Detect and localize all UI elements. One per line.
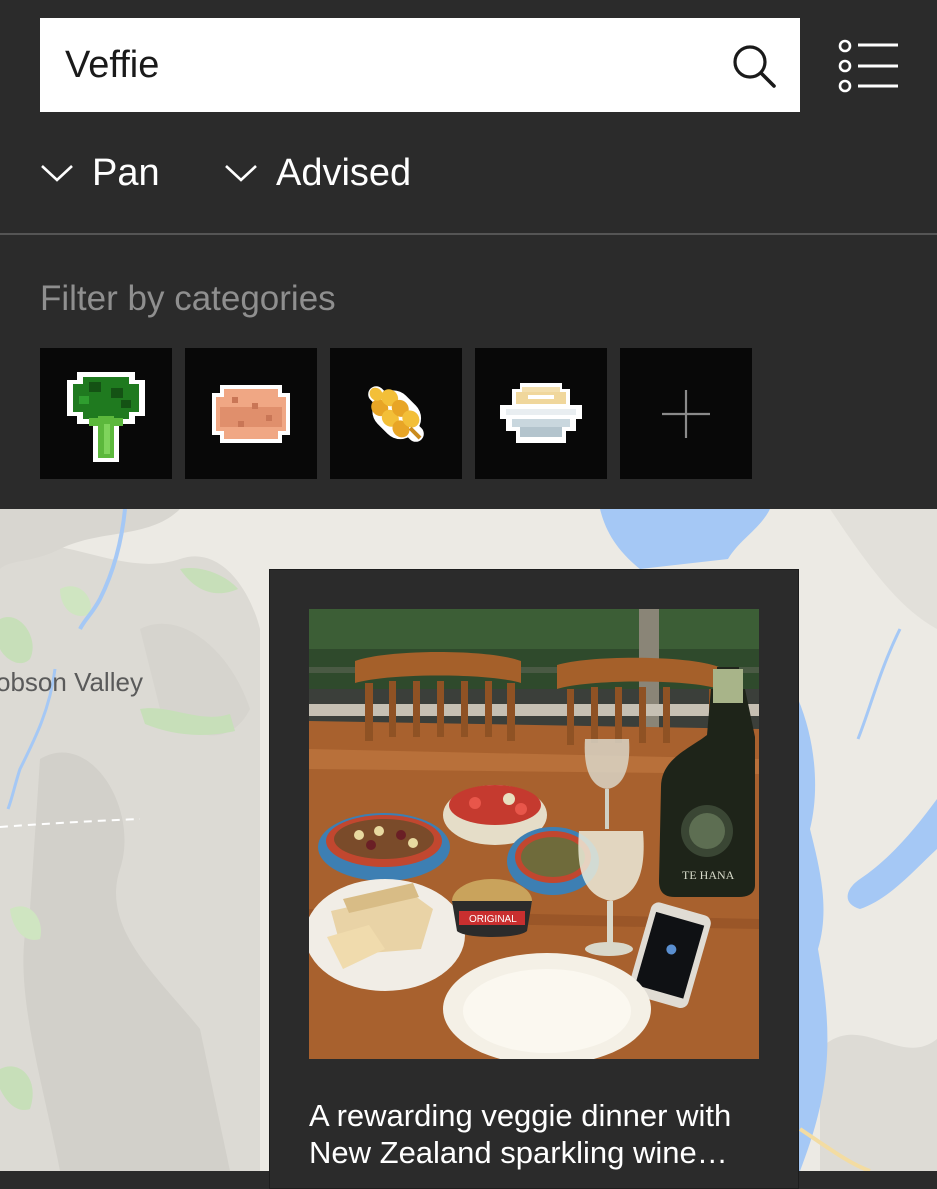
advised-dropdown-label: Advised — [276, 151, 412, 194]
list-menu-icon[interactable] — [836, 38, 900, 94]
map-place-label: obson Valley — [0, 667, 143, 697]
chevron-down-icon — [41, 165, 73, 182]
wheat-grain-icon — [368, 385, 424, 442]
pan-dropdown[interactable]: Pan — [40, 146, 160, 200]
category-tile-dessert[interactable] — [475, 348, 607, 479]
post-photo[interactable]: TE HANA ORIGINAL — [309, 609, 759, 1059]
dessert-bowl-icon — [500, 382, 582, 443]
bottle-label: TE HANA — [682, 868, 735, 882]
post-caption-line-1: A rewarding veggie dinner with — [309, 1098, 732, 1133]
advised-dropdown[interactable]: Advised — [224, 146, 411, 200]
pan-dropdown-label: Pan — [92, 151, 160, 194]
chevron-down-icon — [225, 165, 257, 182]
filter-title: Filter by categories — [40, 279, 336, 318]
category-filter-panel: Filter by categories — [0, 235, 937, 509]
plus-icon — [662, 389, 710, 438]
tub-label: ORIGINAL — [469, 914, 517, 925]
dinner-photo: TE HANA ORIGINAL — [309, 609, 759, 1059]
search-input[interactable]: Veffie — [40, 18, 800, 112]
category-tile-vegetables[interactable] — [40, 348, 172, 479]
top-bar: Veffie Pan Advised — [0, 0, 937, 233]
post-caption: A rewarding veggie dinner with New Zeala… — [309, 1097, 769, 1171]
category-tile-grains[interactable] — [330, 348, 462, 479]
category-tile-meat[interactable] — [185, 348, 317, 479]
post-caption-line-2: New Zealand sparkling wine… — [309, 1135, 728, 1170]
broccoli-icon — [67, 371, 145, 462]
search-icon[interactable] — [730, 42, 778, 90]
meat-patty-icon — [212, 384, 290, 443]
search-input-value[interactable]: Veffie — [65, 18, 705, 112]
add-category-button[interactable] — [620, 348, 752, 479]
post-card[interactable]: TE HANA ORIGINAL A rewarding veggie dinn… — [269, 569, 799, 1189]
